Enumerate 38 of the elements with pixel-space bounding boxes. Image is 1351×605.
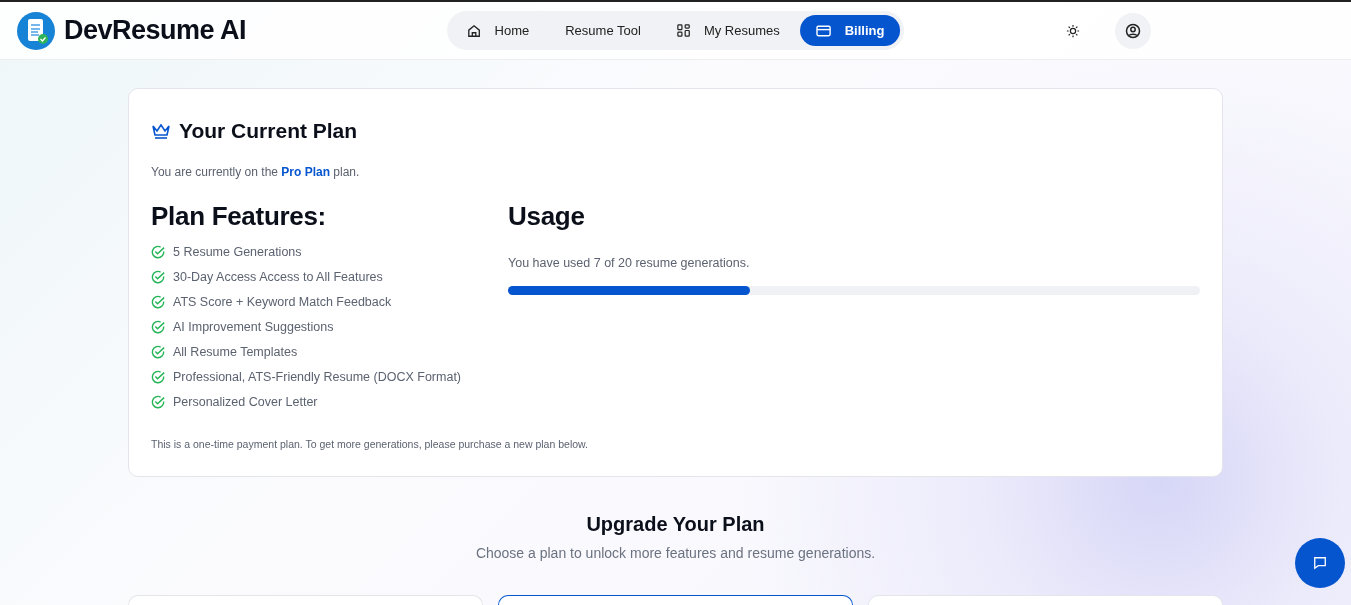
chat-icon xyxy=(1313,556,1327,570)
card-icon xyxy=(815,24,831,37)
user-avatar-icon xyxy=(1125,22,1141,39)
crown-icon xyxy=(151,121,171,140)
profile-button[interactable] xyxy=(1115,12,1151,49)
feature-text: ATS Score + Keyword Match Feedback xyxy=(173,293,392,311)
nav-tab[interactable]: Home xyxy=(450,15,546,46)
brand-name: DevResume AI xyxy=(64,14,247,48)
pricing-card[interactable] xyxy=(498,595,853,605)
plan-intro: You are currently on the Pro Plan plan. xyxy=(151,163,361,181)
check-circle-icon xyxy=(151,270,165,284)
chat-button[interactable] xyxy=(1295,538,1345,588)
feature-text: All Resume Templates xyxy=(173,343,298,361)
card-title: Your Current Plan xyxy=(179,118,358,144)
check-circle-icon xyxy=(151,395,165,409)
feature-text: 30-Day Access Access to All Features xyxy=(173,268,383,286)
usage-text: You have used 7 of 20 resume generations. xyxy=(508,254,751,272)
nav-tab[interactable]: Billing xyxy=(799,15,901,46)
upgrade-subtitle: Choose a plan to unlock more features and resume generations. xyxy=(475,544,876,564)
grid-icon xyxy=(676,24,690,37)
check-circle-icon xyxy=(151,320,165,334)
sun-icon xyxy=(1066,23,1080,38)
nav-tab[interactable]: My Resumes xyxy=(660,15,796,46)
plan-note: This is a one-time payment plan. To get more generations, please purchase a new plan below. xyxy=(151,436,589,452)
check-circle-icon xyxy=(151,295,165,309)
feature-text: 5 Resume Generations xyxy=(173,243,302,261)
section-title: Plan Features: xyxy=(151,199,327,233)
section-title: Usage xyxy=(508,199,586,233)
feature-text: Professional, ATS-Friendly Resume (DOCX Format) xyxy=(173,368,462,386)
check-circle-icon xyxy=(151,345,165,359)
nav-tab[interactable]: Resume Tool xyxy=(549,15,657,46)
upgrade-title: Upgrade Your Plan xyxy=(586,512,765,538)
check-circle-icon xyxy=(151,245,165,259)
home-icon xyxy=(466,23,481,38)
logo-icon xyxy=(16,10,56,51)
check-circle-icon xyxy=(151,370,165,384)
feature-text: AI Improvement Suggestions xyxy=(173,318,334,336)
feature-text: Personalized Cover Letter xyxy=(173,393,318,411)
